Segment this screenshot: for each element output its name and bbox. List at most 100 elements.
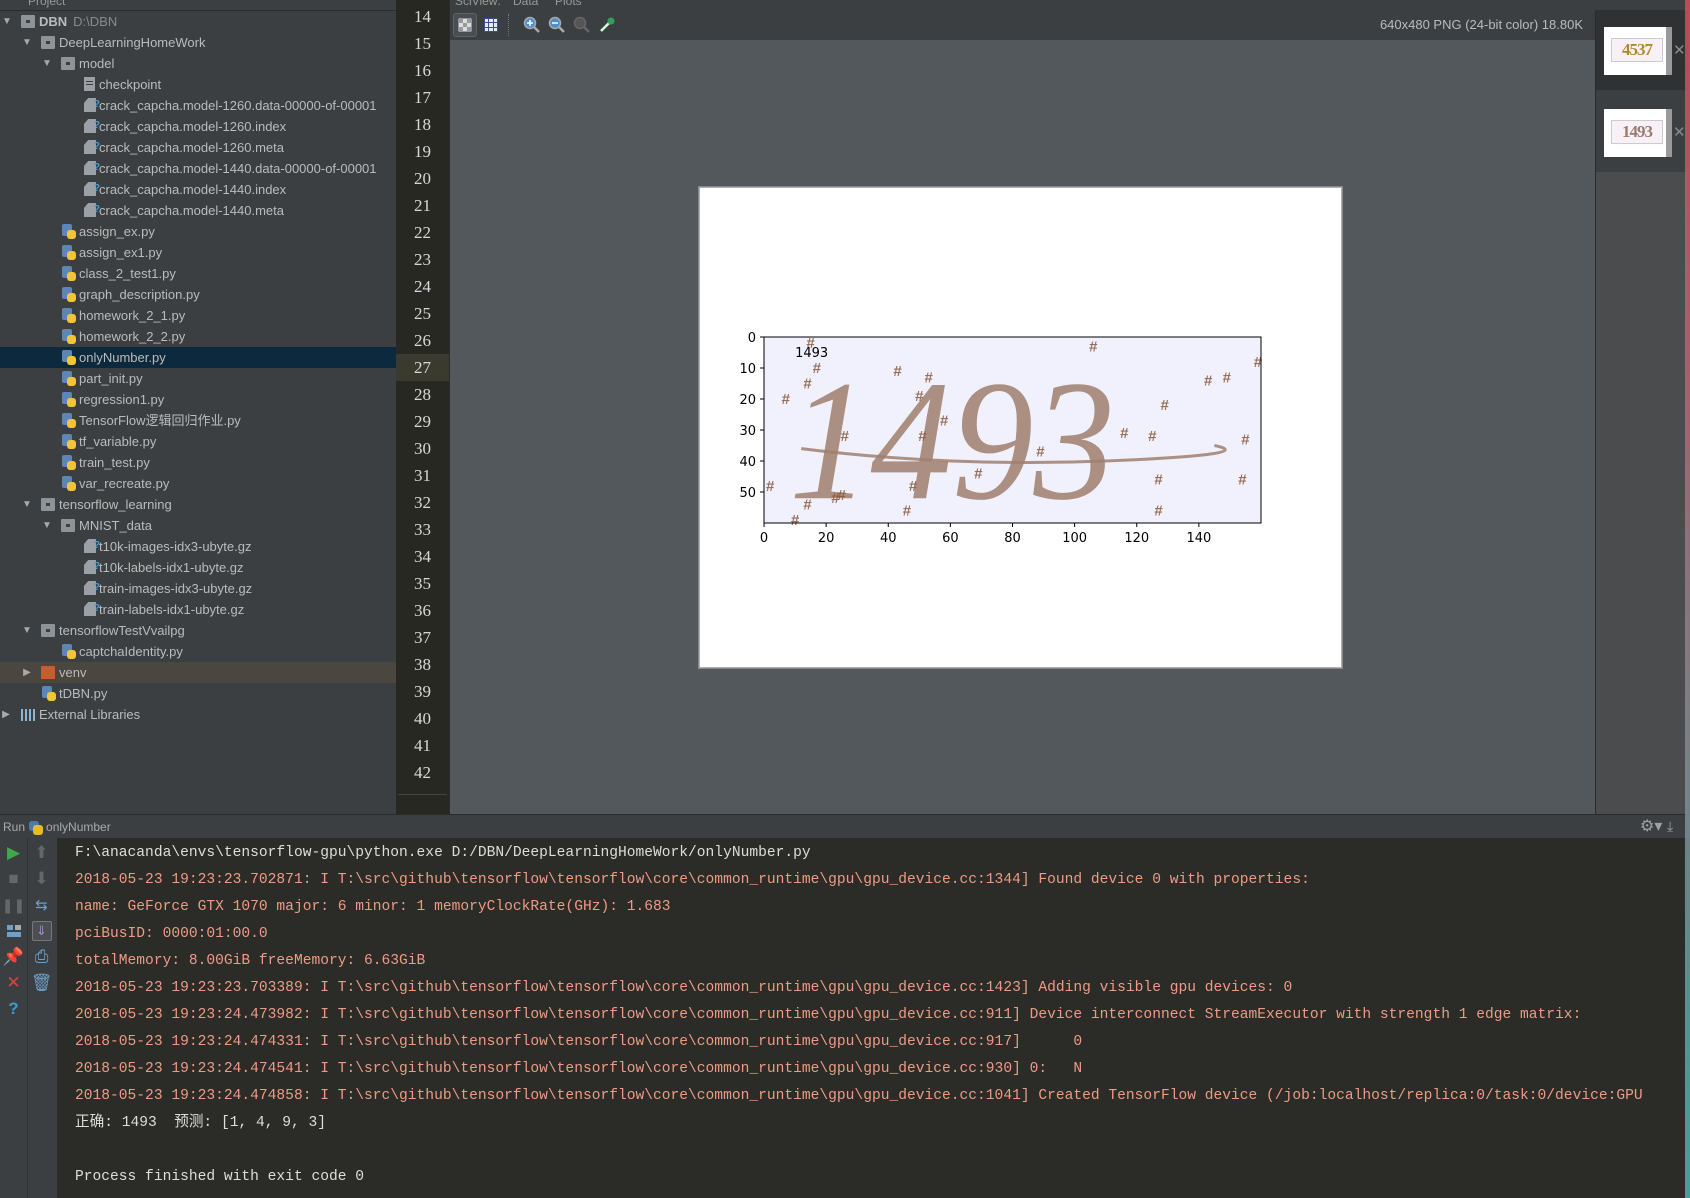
pause-icon[interactable]: ❚❚: [0, 892, 27, 918]
tab-sciview[interactable]: SciView:: [455, 0, 501, 8]
help-icon[interactable]: ?: [0, 996, 27, 1022]
tree-item[interactable]: regression1.py: [0, 389, 396, 410]
tree-item[interactable]: tf_variable.py: [0, 431, 396, 452]
tree-item-label: assign_ex1.py: [79, 245, 163, 260]
tree-item-label: DBN D:\DBN: [39, 14, 118, 29]
console-line: 正确: 1493 预测: [1, 4, 9, 3]: [75, 1115, 327, 1131]
noise-dot: #: [1148, 428, 1157, 445]
tree-item[interactable]: checkpoint: [0, 74, 396, 95]
trash-icon[interactable]: 🗑: [28, 970, 55, 996]
python-file-icon: [62, 371, 76, 386]
actual-size-icon: [573, 16, 590, 33]
expand-arrow-icon[interactable]: ▼: [41, 515, 53, 536]
noise-dot: #: [909, 478, 918, 495]
tree-item[interactable]: assign_ex1.py: [0, 242, 396, 263]
run-toolbar-primary: ▶ ■ ❚❚ 📌 ✕ ?: [0, 838, 28, 1198]
tree-item-label: crack_capcha.model-1440.index: [99, 182, 287, 197]
thumbnail-item[interactable]: 1493 ✕: [1596, 92, 1688, 172]
tab-plots[interactable]: Plots: [555, 0, 582, 8]
soft-wrap-icon[interactable]: ⇆: [28, 892, 55, 918]
tree-item[interactable]: var_recreate.py: [0, 473, 396, 494]
tree-item[interactable]: ▶ venv: [0, 662, 396, 683]
collapse-arrow-icon[interactable]: ▶: [21, 662, 33, 683]
tree-item[interactable]: part_init.py: [0, 368, 396, 389]
up-arrow-icon[interactable]: ⬆: [28, 840, 55, 866]
tree-item[interactable]: ? crack_capcha.model-1260.data-00000-of-0…: [0, 95, 396, 116]
tree-item[interactable]: class_2_test1.py: [0, 263, 396, 284]
grid-toggle[interactable]: [479, 13, 503, 37]
tree-item[interactable]: ▼ DeepLearningHomeWork: [0, 32, 396, 53]
tree-item-label: assign_ex.py: [79, 224, 155, 239]
run-icon[interactable]: ▶: [0, 840, 27, 866]
line-number: 21: [414, 196, 431, 215]
line-number: 25: [414, 304, 431, 323]
print-icon[interactable]: ⎙: [28, 944, 55, 970]
run-config-name[interactable]: onlyNumber: [46, 820, 111, 834]
scroll-to-end-icon[interactable]: ⇓: [28, 918, 55, 944]
tree-item[interactable]: ? t10k-images-idx3-ubyte.gz: [0, 536, 396, 557]
tree-item[interactable]: ▶ External Libraries: [0, 704, 396, 725]
tree-item[interactable]: ▼ MNIST_data: [0, 515, 396, 536]
tree-item[interactable]: ? t10k-labels-idx1-ubyte.gz: [0, 557, 396, 578]
actual-size-button[interactable]: [570, 13, 594, 37]
tree-item[interactable]: captchaIdentity.py: [0, 641, 396, 662]
line-number: 26: [414, 331, 431, 350]
tree-item[interactable]: ▼ tensorflow_learning: [0, 494, 396, 515]
noise-dot: #: [915, 388, 924, 405]
tree-item[interactable]: train_test.py: [0, 452, 396, 473]
tree-item[interactable]: ? train-labels-idx1-ubyte.gz: [0, 599, 396, 620]
settings-gear-icon[interactable]: ⚙▾: [1640, 819, 1662, 835]
close-thumbnail-icon[interactable]: ✕: [1673, 123, 1686, 141]
tree-item[interactable]: ? crack_capcha.model-1260.meta: [0, 137, 396, 158]
tree-item[interactable]: ▼ tensorflowTestVvailpg: [0, 620, 396, 641]
line-number: 18: [414, 115, 431, 134]
tree-item[interactable]: graph_description.py: [0, 284, 396, 305]
tree-item[interactable]: assign_ex.py: [0, 221, 396, 242]
text-file-icon: [84, 77, 95, 91]
layout-icon[interactable]: [0, 918, 27, 944]
down-arrow-icon[interactable]: ⬇: [28, 866, 55, 892]
unknown-file-icon: ?: [84, 581, 100, 595]
line-number: 40: [414, 709, 431, 728]
pin-icon[interactable]: 📌: [0, 944, 27, 970]
zoom-out-button[interactable]: [545, 13, 569, 37]
tree-item[interactable]: onlyNumber.py: [0, 347, 396, 368]
hide-panel-icon[interactable]: ⤓: [1667, 818, 1673, 835]
tree-item-label: venv: [59, 665, 87, 680]
tree-item[interactable]: homework_2_1.py: [0, 305, 396, 326]
tab-data[interactable]: Data: [513, 0, 538, 8]
x-tick-label: 40: [880, 531, 897, 546]
expand-arrow-icon[interactable]: ▼: [21, 620, 33, 641]
tree-item[interactable]: ? crack_capcha.model-1260.index: [0, 116, 396, 137]
console-line: Process finished with exit code 0: [75, 1169, 365, 1185]
tree-item[interactable]: homework_2_2.py: [0, 326, 396, 347]
image-canvas: 1493 # # # # # # # # # # # # # # # # # # # # # # # # # # # # # #0 20 40 6…: [698, 186, 1343, 669]
stop-icon[interactable]: ■: [0, 866, 27, 892]
noise-dot: #: [837, 487, 846, 504]
expand-arrow-icon[interactable]: ▼: [41, 53, 53, 74]
expand-arrow-icon[interactable]: ▼: [1, 11, 13, 32]
run-console-output[interactable]: F:\anacanda\envs\tensorflow-gpu\python.e…: [58, 838, 1690, 1198]
tree-item[interactable]: TensorFlow逻辑回归作业.py: [0, 410, 396, 431]
zoom-in-button[interactable]: [520, 13, 544, 37]
expand-arrow-icon[interactable]: ▼: [21, 32, 33, 53]
line-number: 15: [414, 34, 431, 53]
thumbnail-item[interactable]: 4537 ✕: [1596, 10, 1688, 90]
tree-item[interactable]: ? train-images-idx3-ubyte.gz: [0, 578, 396, 599]
eyedropper-icon: [600, 17, 615, 32]
chessboard-background-toggle[interactable]: [453, 13, 477, 37]
folder-icon: [21, 15, 35, 28]
tree-item[interactable]: ? crack_capcha.model-1440.index: [0, 179, 396, 200]
expand-arrow-icon[interactable]: ▼: [21, 494, 33, 515]
close-icon[interactable]: ✕: [0, 970, 27, 996]
tree-item[interactable]: tDBN.py: [0, 683, 396, 704]
collapse-arrow-icon[interactable]: ▶: [0, 704, 12, 725]
tree-item-label: train-images-idx3-ubyte.gz: [99, 581, 253, 596]
close-thumbnail-icon[interactable]: ✕: [1673, 41, 1686, 59]
tree-item[interactable]: ? crack_capcha.model-1440.data-00000-of-0…: [0, 158, 396, 179]
tree-item[interactable]: ? crack_capcha.model-1440.meta: [0, 200, 396, 221]
tree-item[interactable]: ▼ DBN D:\DBN: [0, 11, 396, 32]
color-picker-button[interactable]: [595, 13, 619, 37]
line-number: 14: [414, 7, 431, 26]
tree-item[interactable]: ▼ model: [0, 53, 396, 74]
